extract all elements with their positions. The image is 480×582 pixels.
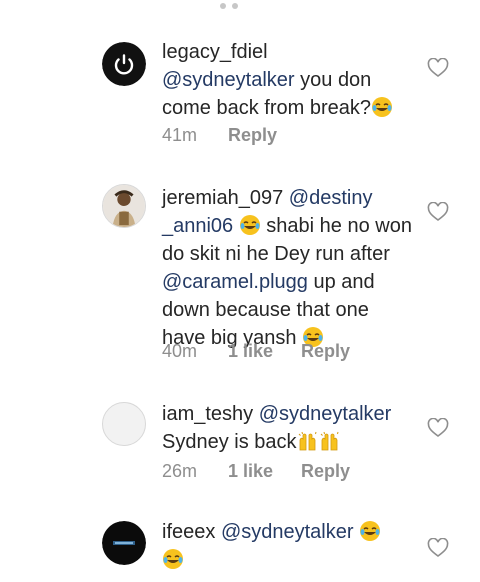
avatar[interactable]	[102, 42, 146, 86]
carousel-dots	[220, 0, 260, 9]
reply-button[interactable]: Reply	[301, 339, 350, 363]
comment-body: Sydney is back	[162, 431, 297, 453]
mention-link[interactable]: @sydneytalker	[162, 69, 295, 91]
raising-hands-icon	[297, 430, 319, 452]
heart-icon[interactable]	[427, 58, 449, 78]
comment-username[interactable]: jeremiah_097	[162, 187, 283, 209]
comment-time: 26m	[162, 461, 198, 481]
comment-username[interactable]: ifeeex	[162, 521, 215, 543]
comment-time: 41m	[162, 125, 198, 145]
brand-logo-icon	[102, 521, 146, 565]
reply-button[interactable]: Reply	[301, 459, 350, 483]
comment-meta: 41m Reply	[162, 123, 277, 147]
heart-icon[interactable]	[427, 418, 449, 438]
laughing-emoji-icon	[162, 548, 184, 570]
avatar[interactable]	[102, 521, 146, 565]
heart-icon[interactable]	[427, 202, 449, 222]
comment-meta: 40m 1 like Reply	[162, 339, 350, 363]
comment-username[interactable]: legacy_fdiel	[162, 41, 268, 63]
power-icon	[102, 42, 146, 86]
comment-meta: 26m 1 like Reply	[162, 459, 350, 483]
laughing-emoji-icon	[239, 214, 261, 236]
comment-time: 40m	[162, 341, 198, 361]
comment-text: ifeeex @sydneytalker	[162, 518, 412, 574]
avatar[interactable]	[102, 184, 146, 228]
comment-text: legacy_fdiel @sydneytalker you don come …	[162, 38, 412, 122]
laughing-emoji-icon	[371, 96, 393, 118]
like-count[interactable]: 1 like	[228, 459, 273, 483]
mention-link[interactable]: @sydneytalker	[221, 521, 354, 543]
comment-username[interactable]: iam_teshy	[162, 403, 253, 425]
heart-icon[interactable]	[427, 538, 449, 558]
laughing-emoji-icon	[359, 520, 381, 542]
avatar[interactable]	[102, 402, 146, 446]
like-count[interactable]: 1 like	[228, 339, 273, 363]
mention-link[interactable]: @caramel.plugg	[162, 271, 308, 293]
raising-hands-icon	[319, 430, 341, 452]
reply-button[interactable]: Reply	[228, 123, 277, 147]
mention-link[interactable]: @sydneytalker	[259, 403, 392, 425]
comment-text: iam_teshy @sydneytalker Sydney is back	[162, 400, 412, 456]
comment-text: jeremiah_097 @destiny _anni06 shabi he n…	[162, 184, 412, 352]
person-photo-icon	[103, 185, 145, 227]
